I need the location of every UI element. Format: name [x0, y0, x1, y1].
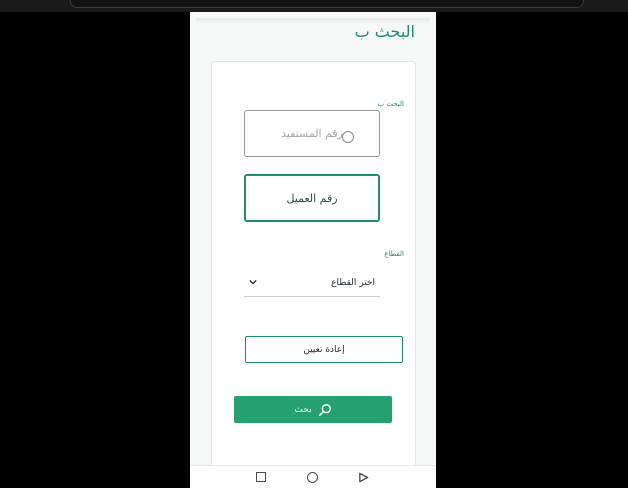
- search-button-label: بحث: [294, 404, 312, 415]
- radio-circle-icon: [342, 131, 354, 143]
- sector-label: القطاع: [384, 250, 404, 258]
- search-icon: [318, 403, 331, 416]
- square-icon[interactable]: [256, 472, 266, 482]
- client-number-label: رقم العميل: [286, 191, 338, 205]
- sector-select[interactable]: اختر القطاع: [244, 272, 380, 297]
- search-button[interactable]: بحث: [234, 396, 392, 423]
- reset-button[interactable]: إعادة تعيين: [245, 336, 403, 363]
- top-bar: [0, 0, 628, 12]
- triangle-icon[interactable]: [358, 472, 369, 483]
- chevron-down-icon: [249, 279, 257, 285]
- top-bar-pill: [70, 0, 584, 8]
- android-nav-bar: [190, 465, 436, 488]
- phone-screen: البحث ب البحث ب رقم المستفيد رقم العميل …: [190, 12, 436, 488]
- search-by-label: البحث ب: [377, 100, 404, 108]
- circle-icon[interactable]: [307, 472, 318, 483]
- client-number-option[interactable]: رقم العميل: [244, 174, 380, 222]
- page-title: البحث ب: [354, 22, 415, 41]
- beneficiary-number-option[interactable]: رقم المستفيد: [244, 110, 380, 157]
- beneficiary-number-label: رقم المستفيد: [281, 127, 343, 140]
- sector-select-value: اختر القطاع: [331, 278, 375, 288]
- reset-button-label: إعادة تعيين: [303, 344, 345, 355]
